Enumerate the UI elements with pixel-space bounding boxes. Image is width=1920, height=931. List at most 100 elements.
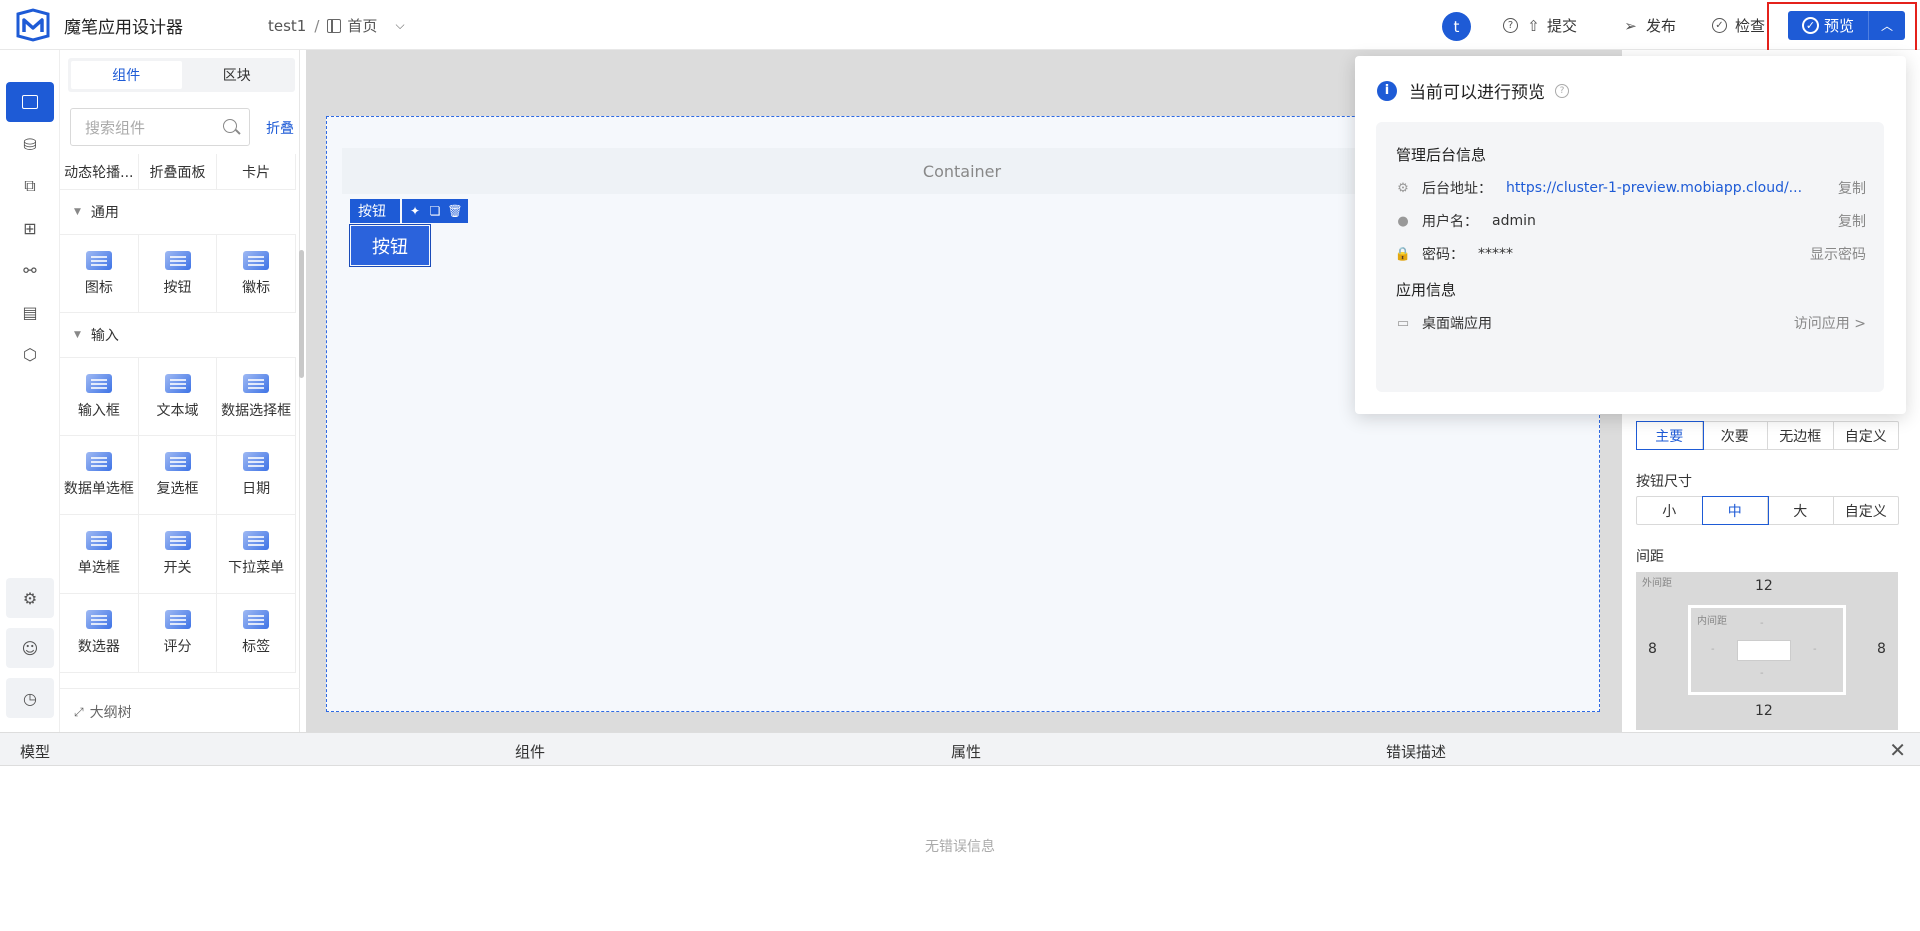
puzzle-icon[interactable]: ✦ bbox=[408, 204, 422, 218]
search-placeholder: 搜索组件 bbox=[85, 118, 146, 137]
chevron-down-icon[interactable]: ⌵ bbox=[395, 18, 404, 33]
component-item[interactable]: 图标 bbox=[60, 235, 139, 313]
size-option[interactable]: 小 bbox=[1637, 497, 1703, 524]
padding-bottom-value[interactable]: - bbox=[1760, 668, 1764, 679]
check-button[interactable]: ✓ 检查 bbox=[1712, 15, 1765, 36]
app-section-title: 应用信息 bbox=[1396, 281, 1457, 299]
submit-button[interactable]: ? ⇧ 提交 bbox=[1503, 15, 1577, 36]
outline-tree-toggle[interactable]: ⤢ 大纲树 bbox=[74, 702, 132, 722]
margin-top-value[interactable]: 12 bbox=[1755, 578, 1773, 594]
textarea-icon bbox=[164, 373, 191, 393]
padding-top-value[interactable]: - bbox=[1760, 618, 1764, 629]
component-item[interactable]: 标签 bbox=[217, 594, 297, 673]
breadcrumb-project[interactable]: test1 bbox=[268, 17, 306, 35]
size-option[interactable]: 中 bbox=[1701, 496, 1769, 525]
component-item[interactable]: 文本域 bbox=[138, 358, 218, 436]
rail-flow-icon[interactable]: ⧉ bbox=[6, 166, 54, 206]
app-title: 魔笔应用设计器 bbox=[64, 18, 183, 38]
group-title-general[interactable]: ▼ 通用 bbox=[74, 202, 119, 222]
admin-url-row: ⚙ 后台地址： https://cluster-1-preview.mobiap… bbox=[1396, 177, 1866, 199]
component-item[interactable]: 单选框 bbox=[60, 515, 139, 594]
check-circle-icon: ✓ bbox=[1712, 18, 1727, 33]
group-title-input[interactable]: ▼ 输入 bbox=[74, 325, 119, 345]
rail-hierarchy-icon[interactable]: ⊞ bbox=[6, 208, 54, 248]
collapse-link[interactable]: 折叠 bbox=[266, 118, 294, 138]
rail-database-icon[interactable]: ⛁ bbox=[6, 124, 54, 164]
component-item[interactable]: 按钮 bbox=[138, 235, 218, 313]
desktop-app-label: 桌面端应用 bbox=[1422, 316, 1492, 332]
padding-right-value[interactable]: - bbox=[1813, 644, 1817, 655]
component-item[interactable]: 日期 bbox=[217, 436, 297, 515]
button-style-selector: 主要 次要 无边框 自定义 bbox=[1636, 421, 1899, 450]
margin-left-value[interactable]: 8 bbox=[1648, 641, 1657, 657]
component-item[interactable]: 数据选择框 bbox=[217, 358, 297, 436]
popover-title: 当前可以进行预览 bbox=[1409, 83, 1545, 103]
publish-label: 发布 bbox=[1646, 17, 1677, 35]
margin-bottom-value[interactable]: 12 bbox=[1755, 703, 1773, 719]
column-header-error: 错误描述 bbox=[1386, 743, 1447, 761]
help-icon[interactable]: ? bbox=[1555, 83, 1569, 98]
component-item[interactable]: 数据单选框 bbox=[60, 436, 139, 515]
tag-icon bbox=[243, 610, 270, 629]
trash-icon[interactable]: 🗑 bbox=[447, 204, 462, 218]
style-option[interactable]: 自定义 bbox=[1834, 422, 1899, 449]
rail-package-icon[interactable]: ⬡ bbox=[6, 334, 54, 374]
data-select-icon bbox=[243, 373, 270, 393]
settings-gear-icon[interactable]: ⚙ bbox=[6, 578, 54, 618]
help-circle-icon[interactable]: ? bbox=[1503, 18, 1518, 33]
component-item[interactable]: 徽标 bbox=[217, 235, 297, 313]
component-item[interactable]: 数选器 bbox=[60, 594, 139, 673]
copy-username-button[interactable]: 复制 bbox=[1838, 211, 1866, 231]
component-row: 动态轮播... 折叠面板 卡片 bbox=[60, 154, 297, 190]
canvas-button[interactable]: 按钮 bbox=[349, 224, 431, 267]
tab-blocks[interactable]: 区块 bbox=[182, 61, 293, 89]
image-icon bbox=[85, 250, 112, 270]
component-item[interactable]: 输入框 bbox=[60, 358, 139, 436]
selected-component-name[interactable]: 按钮 bbox=[350, 199, 400, 223]
component-item[interactable]: 卡片 bbox=[217, 154, 297, 190]
rail-assets-icon[interactable]: ▤ bbox=[6, 292, 54, 332]
user-icon[interactable]: ☺ bbox=[6, 628, 54, 668]
inner-spacing-label: 内间距 bbox=[1697, 616, 1727, 627]
component-item[interactable]: 动态轮播... bbox=[60, 154, 139, 190]
style-option[interactable]: 主要 bbox=[1636, 421, 1704, 450]
input-icon bbox=[85, 373, 112, 393]
admin-url-link[interactable]: https://cluster-1-preview.mobiapp.cloud/… bbox=[1506, 180, 1806, 196]
gear-icon: ⚙ bbox=[1397, 180, 1409, 196]
tab-components[interactable]: 组件 bbox=[71, 61, 182, 89]
rail-pages-icon[interactable] bbox=[6, 82, 54, 122]
copy-icon[interactable]: ❏ bbox=[428, 204, 442, 218]
component-item[interactable]: 折叠面板 bbox=[138, 154, 218, 190]
show-password-button[interactable]: 显示密码 bbox=[1810, 244, 1866, 264]
copy-url-button[interactable]: 复制 bbox=[1838, 178, 1866, 198]
component-panel-scrollbar[interactable] bbox=[299, 250, 304, 378]
user-icon: ● bbox=[1397, 213, 1409, 229]
style-option[interactable]: 无边框 bbox=[1768, 422, 1834, 449]
lock-icon: 🔒 bbox=[1394, 246, 1412, 262]
submit-label: 提交 bbox=[1547, 17, 1578, 35]
caret-down-icon: ▼ bbox=[74, 330, 81, 340]
divider bbox=[60, 688, 300, 689]
user-avatar[interactable]: t bbox=[1442, 12, 1471, 41]
component-item[interactable]: 开关 bbox=[138, 515, 218, 594]
component-search-input[interactable]: 搜索组件 bbox=[70, 108, 250, 146]
breadcrumb-page[interactable]: 首页 bbox=[347, 15, 377, 36]
size-option[interactable]: 大 bbox=[1768, 497, 1834, 524]
style-option[interactable]: 次要 bbox=[1703, 422, 1768, 449]
close-icon[interactable]: ✕ bbox=[1889, 738, 1906, 762]
column-header-model: 模型 bbox=[20, 743, 51, 761]
search-icon[interactable] bbox=[223, 119, 237, 133]
visit-app-link[interactable]: 访问应用 > bbox=[1794, 313, 1866, 333]
component-item[interactable]: 复选框 bbox=[138, 436, 218, 515]
component-item[interactable]: 评分 bbox=[138, 594, 218, 673]
publish-button[interactable]: ➢ 发布 bbox=[1623, 15, 1676, 36]
history-clock-icon[interactable]: ◷ bbox=[6, 678, 54, 718]
rail-link-icon[interactable]: ⚯ bbox=[6, 250, 54, 290]
margin-right-value[interactable]: 8 bbox=[1877, 641, 1886, 657]
username-label: 用户名： bbox=[1422, 214, 1478, 230]
size-option[interactable]: 自定义 bbox=[1834, 497, 1899, 524]
page-layout-icon bbox=[327, 18, 342, 33]
component-item[interactable]: 下拉菜单 bbox=[217, 515, 297, 594]
padding-left-value[interactable]: - bbox=[1711, 644, 1715, 655]
upload-icon: ⇧ bbox=[1527, 16, 1540, 35]
